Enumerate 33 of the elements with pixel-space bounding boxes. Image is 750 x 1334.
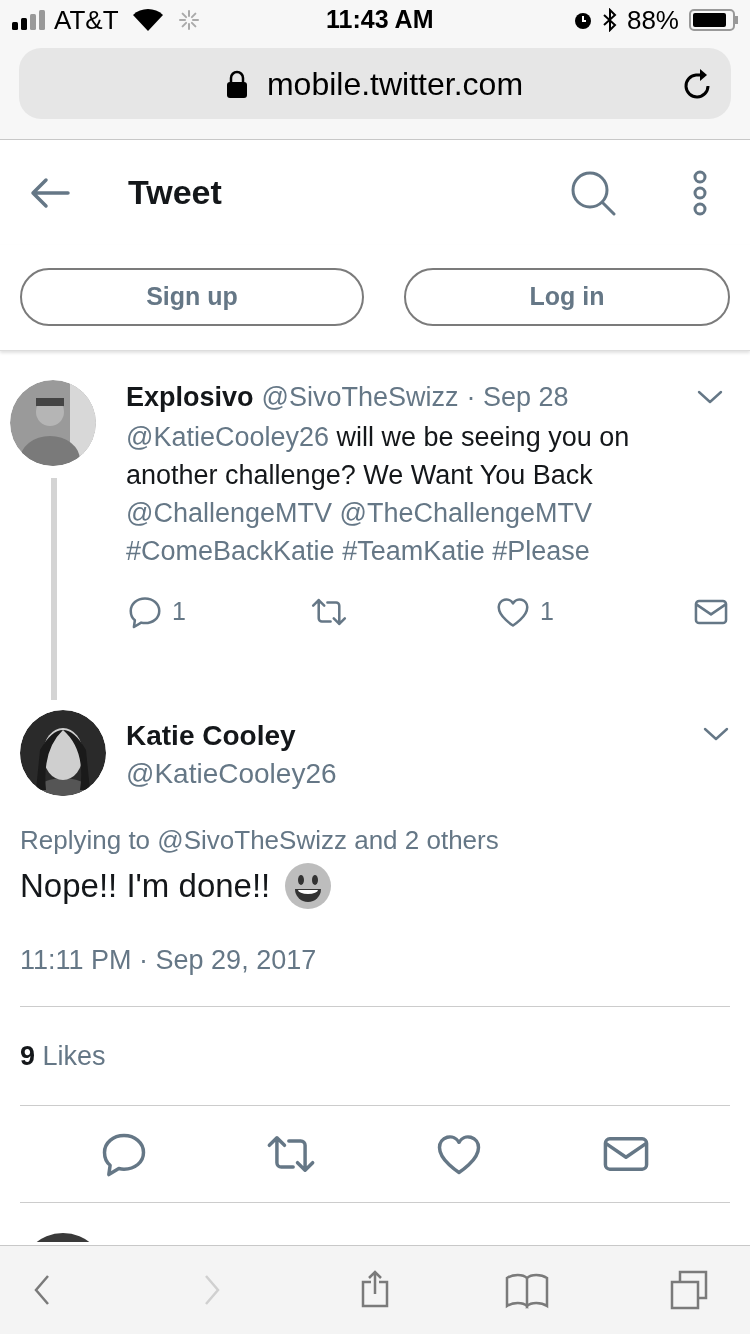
- clock-time: 11:43 AM: [326, 4, 434, 36]
- back-arrow-icon[interactable]: [30, 176, 70, 209]
- like-count: 1: [540, 596, 554, 628]
- reply-count: 1: [172, 596, 186, 628]
- chevron-down-icon[interactable]: [702, 726, 730, 742]
- page-title: Tweet: [128, 172, 222, 213]
- author-handle[interactable]: @SivoTheSwizz: [261, 380, 459, 414]
- author-name[interactable]: Explosivo: [126, 380, 254, 414]
- tweet-text: Nope!! I'm done!!: [20, 866, 271, 906]
- battery-icon: [689, 9, 738, 31]
- author-name[interactable]: Katie Cooley: [126, 718, 702, 754]
- tabs-icon[interactable]: [668, 1268, 710, 1312]
- chevron-down-icon[interactable]: [696, 389, 724, 405]
- likes-count[interactable]: 9 Likes: [20, 1035, 106, 1077]
- replying-to-text: Replying to @SivoTheSwizz and 2 others: [20, 824, 500, 857]
- smiley-icon: [284, 862, 333, 910]
- address-bar[interactable]: mobile.twitter.com: [19, 48, 731, 119]
- carrier-name: AT&T: [54, 3, 119, 37]
- alarm-icon: [572, 10, 593, 30]
- tweet-text: @KatieCooley26 will we be seeing you on another challenge? We Want You Back @ChallengeMTV @TheChallengeMTV #ComeBackKatie #TeamKatie #Please: [126, 421, 631, 568]
- signal-icon: [12, 10, 48, 30]
- bluetooth-icon: [602, 8, 617, 32]
- url-text: mobile.twitter.com: [266, 64, 524, 104]
- battery-percentage: 88%: [626, 3, 679, 37]
- lock-icon: [226, 69, 247, 98]
- log-in-button[interactable]: Log in: [404, 268, 730, 326]
- tweet-date: · Sep 28: [466, 381, 569, 414]
- tweet-timestamp: 11:11 PM · Sep 29, 2017: [20, 944, 318, 977]
- sign-up-button[interactable]: Sign up: [20, 268, 364, 326]
- search-icon[interactable]: [570, 169, 616, 216]
- wifi-icon: [132, 9, 163, 31]
- loading-spinner-icon: [178, 10, 199, 30]
- author-handle[interactable]: @KatieCooley26: [126, 754, 702, 794]
